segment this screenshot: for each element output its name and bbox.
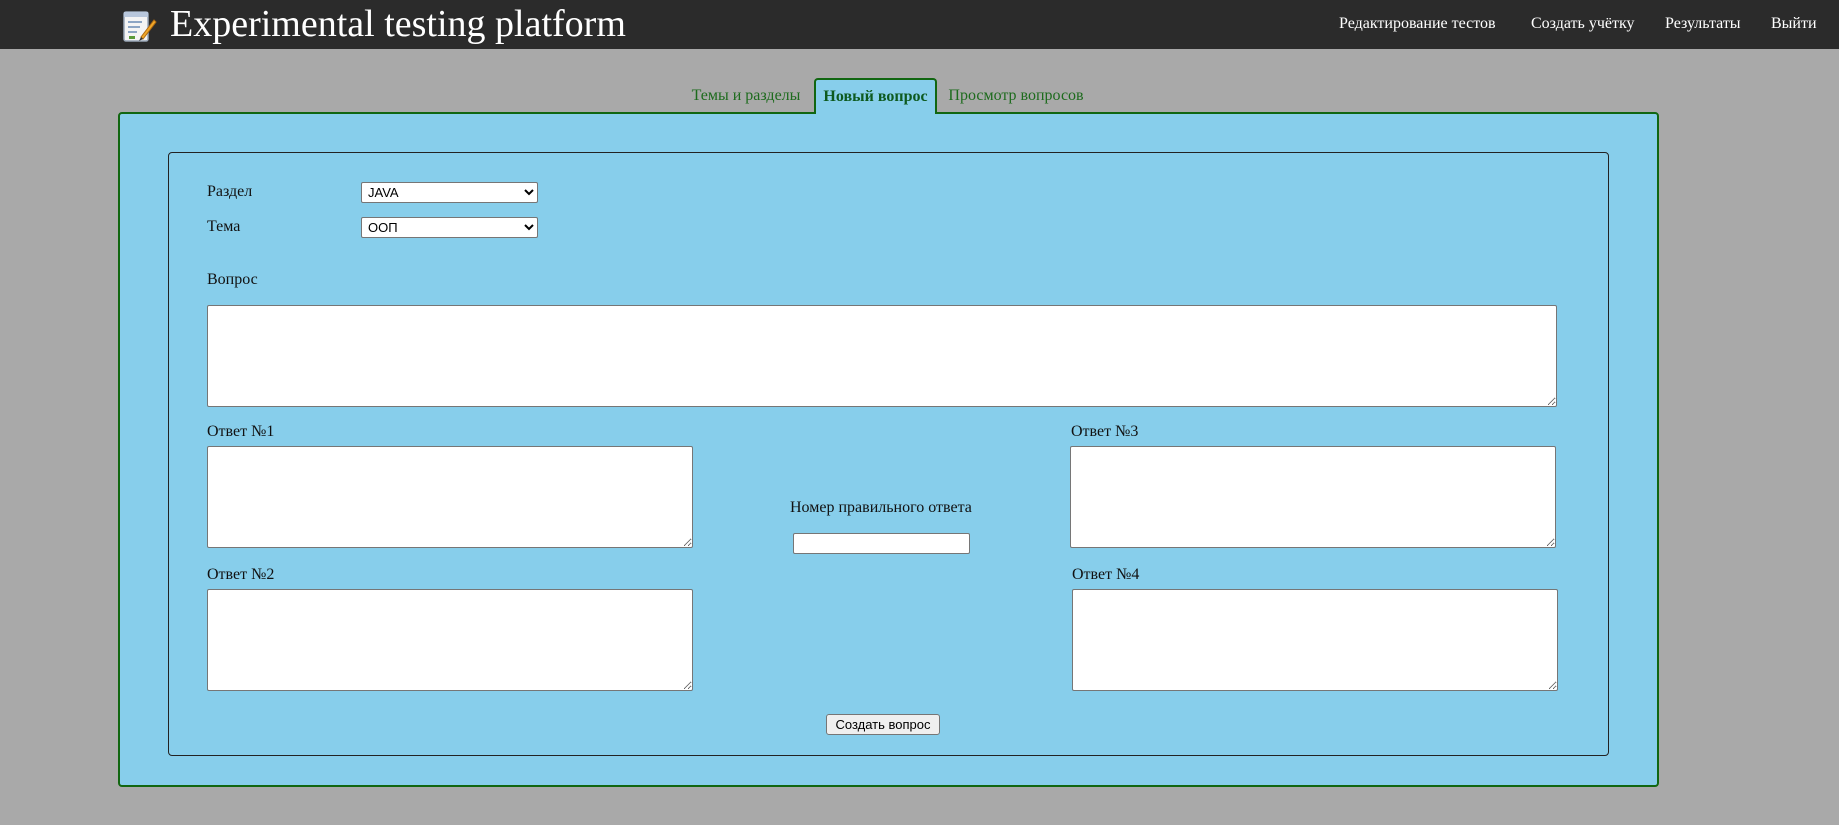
question-textarea[interactable] — [207, 305, 1557, 407]
correct-answer-label: Номер правильного ответа — [790, 499, 972, 516]
tab-new-question[interactable]: Новый вопрос — [814, 78, 937, 114]
answer1-label: Ответ №1 — [207, 423, 275, 440]
nav-edit-tests[interactable]: Редактирование тестов — [1339, 14, 1496, 34]
notepad-pencil-icon[interactable] — [121, 8, 157, 44]
section-label: Раздел — [207, 183, 253, 200]
topic-label: Тема — [207, 218, 241, 235]
answer2-textarea[interactable] — [207, 589, 693, 691]
nav-create-account[interactable]: Создать учётку — [1531, 14, 1635, 34]
tab-topics-sections[interactable]: Темы и разделы — [686, 78, 806, 114]
answer4-textarea[interactable] — [1072, 589, 1558, 691]
answer4-label: Ответ №4 — [1072, 566, 1140, 583]
nav-results[interactable]: Результаты — [1665, 14, 1741, 34]
answer2-label: Ответ №2 — [207, 566, 275, 583]
create-question-button[interactable]: Создать вопрос — [826, 714, 940, 735]
app-title: Experimental testing platform — [170, 3, 626, 45]
section-select[interactable]: JAVA — [361, 182, 538, 203]
tab-view-questions[interactable]: Просмотр вопросов — [944, 78, 1088, 114]
nav-logout[interactable]: Выйти — [1771, 14, 1817, 34]
answer1-textarea[interactable] — [207, 446, 693, 548]
top-bar: Experimental testing platform Редактиров… — [0, 0, 1839, 49]
answer3-textarea[interactable] — [1070, 446, 1556, 548]
question-label: Вопрос — [207, 271, 258, 288]
topic-select[interactable]: ООП — [361, 217, 538, 238]
answer3-label: Ответ №3 — [1071, 423, 1139, 440]
correct-answer-input[interactable] — [793, 533, 970, 554]
